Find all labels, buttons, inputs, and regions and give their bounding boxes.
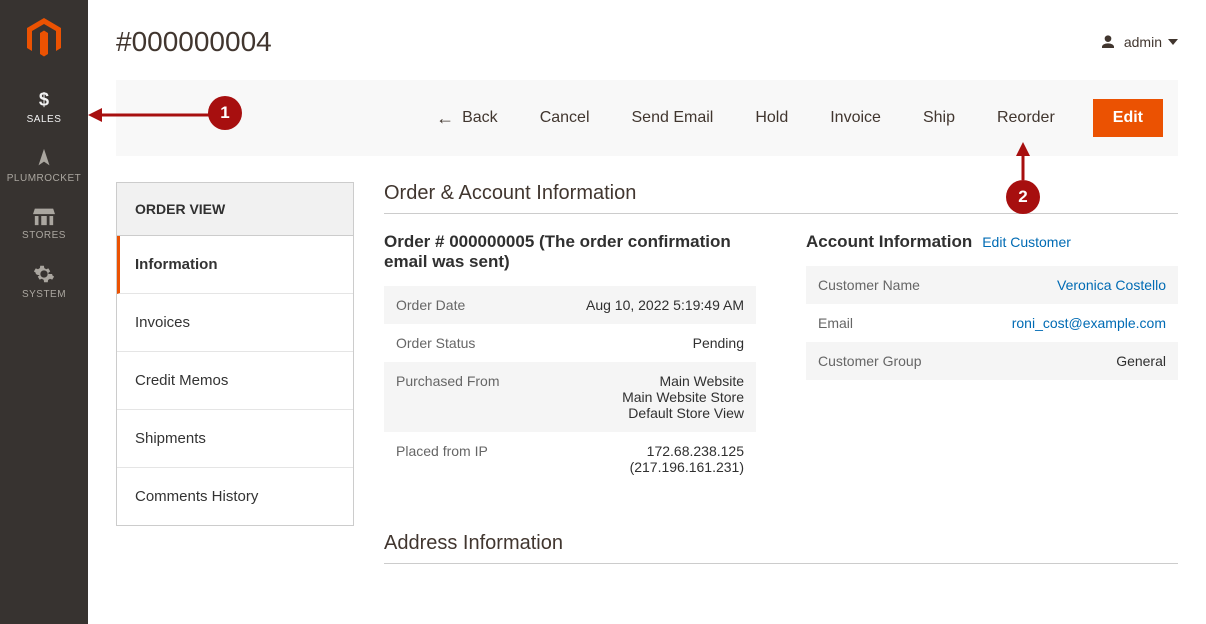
svg-text:$: $ — [39, 88, 49, 109]
plumrocket-icon — [33, 147, 55, 169]
nav-plumrocket[interactable]: PLUMROCKET — [0, 135, 88, 194]
nav-label: SALES — [0, 114, 88, 125]
topbar: #000000004 admin — [116, 0, 1178, 80]
order-info-table: Order Date Aug 10, 2022 5:19:49 AM Order… — [384, 286, 756, 486]
hold-button[interactable]: Hold — [751, 103, 792, 133]
order-heading: Order # 000000005 (The order confirmatio… — [384, 232, 756, 272]
section-order-account-title: Order & Account Information — [384, 182, 1178, 205]
account-info-table: Customer Name Veronica Costello Email ro… — [806, 266, 1178, 380]
nav-label: STORES — [0, 230, 88, 241]
tab-shipments[interactable]: Shipments — [117, 410, 353, 468]
reorder-button[interactable]: Reorder — [993, 103, 1059, 133]
order-view-heading: ORDER VIEW — [117, 183, 353, 236]
back-arrow-icon: ← — [436, 108, 454, 129]
annotation-badge-1: 1 — [208, 96, 242, 130]
admin-user-label: admin — [1124, 34, 1162, 50]
dollar-icon: $ — [33, 88, 55, 110]
nav-system[interactable]: SYSTEM — [0, 251, 88, 310]
edit-customer-link[interactable]: Edit Customer — [982, 234, 1071, 250]
tab-information[interactable]: Information — [117, 236, 353, 294]
account-info-column: Account Information Edit Customer Custom… — [806, 232, 1178, 486]
stores-icon — [33, 206, 55, 226]
customer-email-link[interactable]: roni_cost@example.com — [1012, 315, 1166, 331]
row-order-date: Order Date Aug 10, 2022 5:19:49 AM — [384, 286, 756, 324]
admin-user-menu[interactable]: admin — [1100, 34, 1178, 50]
admin-sidebar: $ SALES PLUMROCKET STORES SYSTEM — [0, 0, 88, 624]
magento-logo — [24, 18, 64, 58]
row-purchased-from: Purchased From Main Website Main Website… — [384, 362, 756, 432]
row-customer-email: Email roni_cost@example.com — [806, 304, 1178, 342]
tab-credit-memos[interactable]: Credit Memos — [117, 352, 353, 410]
edit-button[interactable]: Edit — [1093, 99, 1163, 137]
row-customer-name: Customer Name Veronica Costello — [806, 266, 1178, 304]
chevron-down-icon — [1168, 37, 1178, 47]
account-heading: Account Information Edit Customer — [806, 232, 1178, 252]
nav-label: PLUMROCKET — [0, 173, 88, 184]
nav-sales[interactable]: $ SALES — [0, 76, 88, 135]
annotation-arrow-2 — [1008, 142, 1038, 182]
invoice-button[interactable]: Invoice — [826, 103, 885, 133]
send-email-button[interactable]: Send Email — [628, 103, 718, 133]
order-view-panel: ORDER VIEW Information Invoices Credit M… — [116, 182, 354, 526]
row-customer-group: Customer Group General — [806, 342, 1178, 380]
order-info-column: Order # 000000005 (The order confirmatio… — [384, 232, 756, 486]
page-title: #000000004 — [116, 26, 272, 58]
cancel-button[interactable]: Cancel — [536, 103, 594, 133]
customer-name-link[interactable]: Veronica Costello — [1057, 277, 1166, 293]
ship-button[interactable]: Ship — [919, 103, 959, 133]
divider — [384, 213, 1178, 214]
gear-icon — [33, 263, 55, 285]
annotation-arrow-1 — [88, 100, 213, 130]
divider — [384, 563, 1178, 564]
user-icon — [1100, 34, 1116, 50]
tab-comments-history[interactable]: Comments History — [117, 468, 353, 525]
row-order-status: Order Status Pending — [384, 324, 756, 362]
back-button[interactable]: ← Back — [432, 102, 502, 135]
annotation-badge-2: 2 — [1006, 180, 1040, 214]
nav-label: SYSTEM — [0, 289, 88, 300]
section-address-title: Address Information — [384, 532, 1178, 555]
nav-stores[interactable]: STORES — [0, 194, 88, 251]
row-placed-ip: Placed from IP 172.68.238.125 (217.196.1… — [384, 432, 756, 486]
tab-invoices[interactable]: Invoices — [117, 294, 353, 352]
